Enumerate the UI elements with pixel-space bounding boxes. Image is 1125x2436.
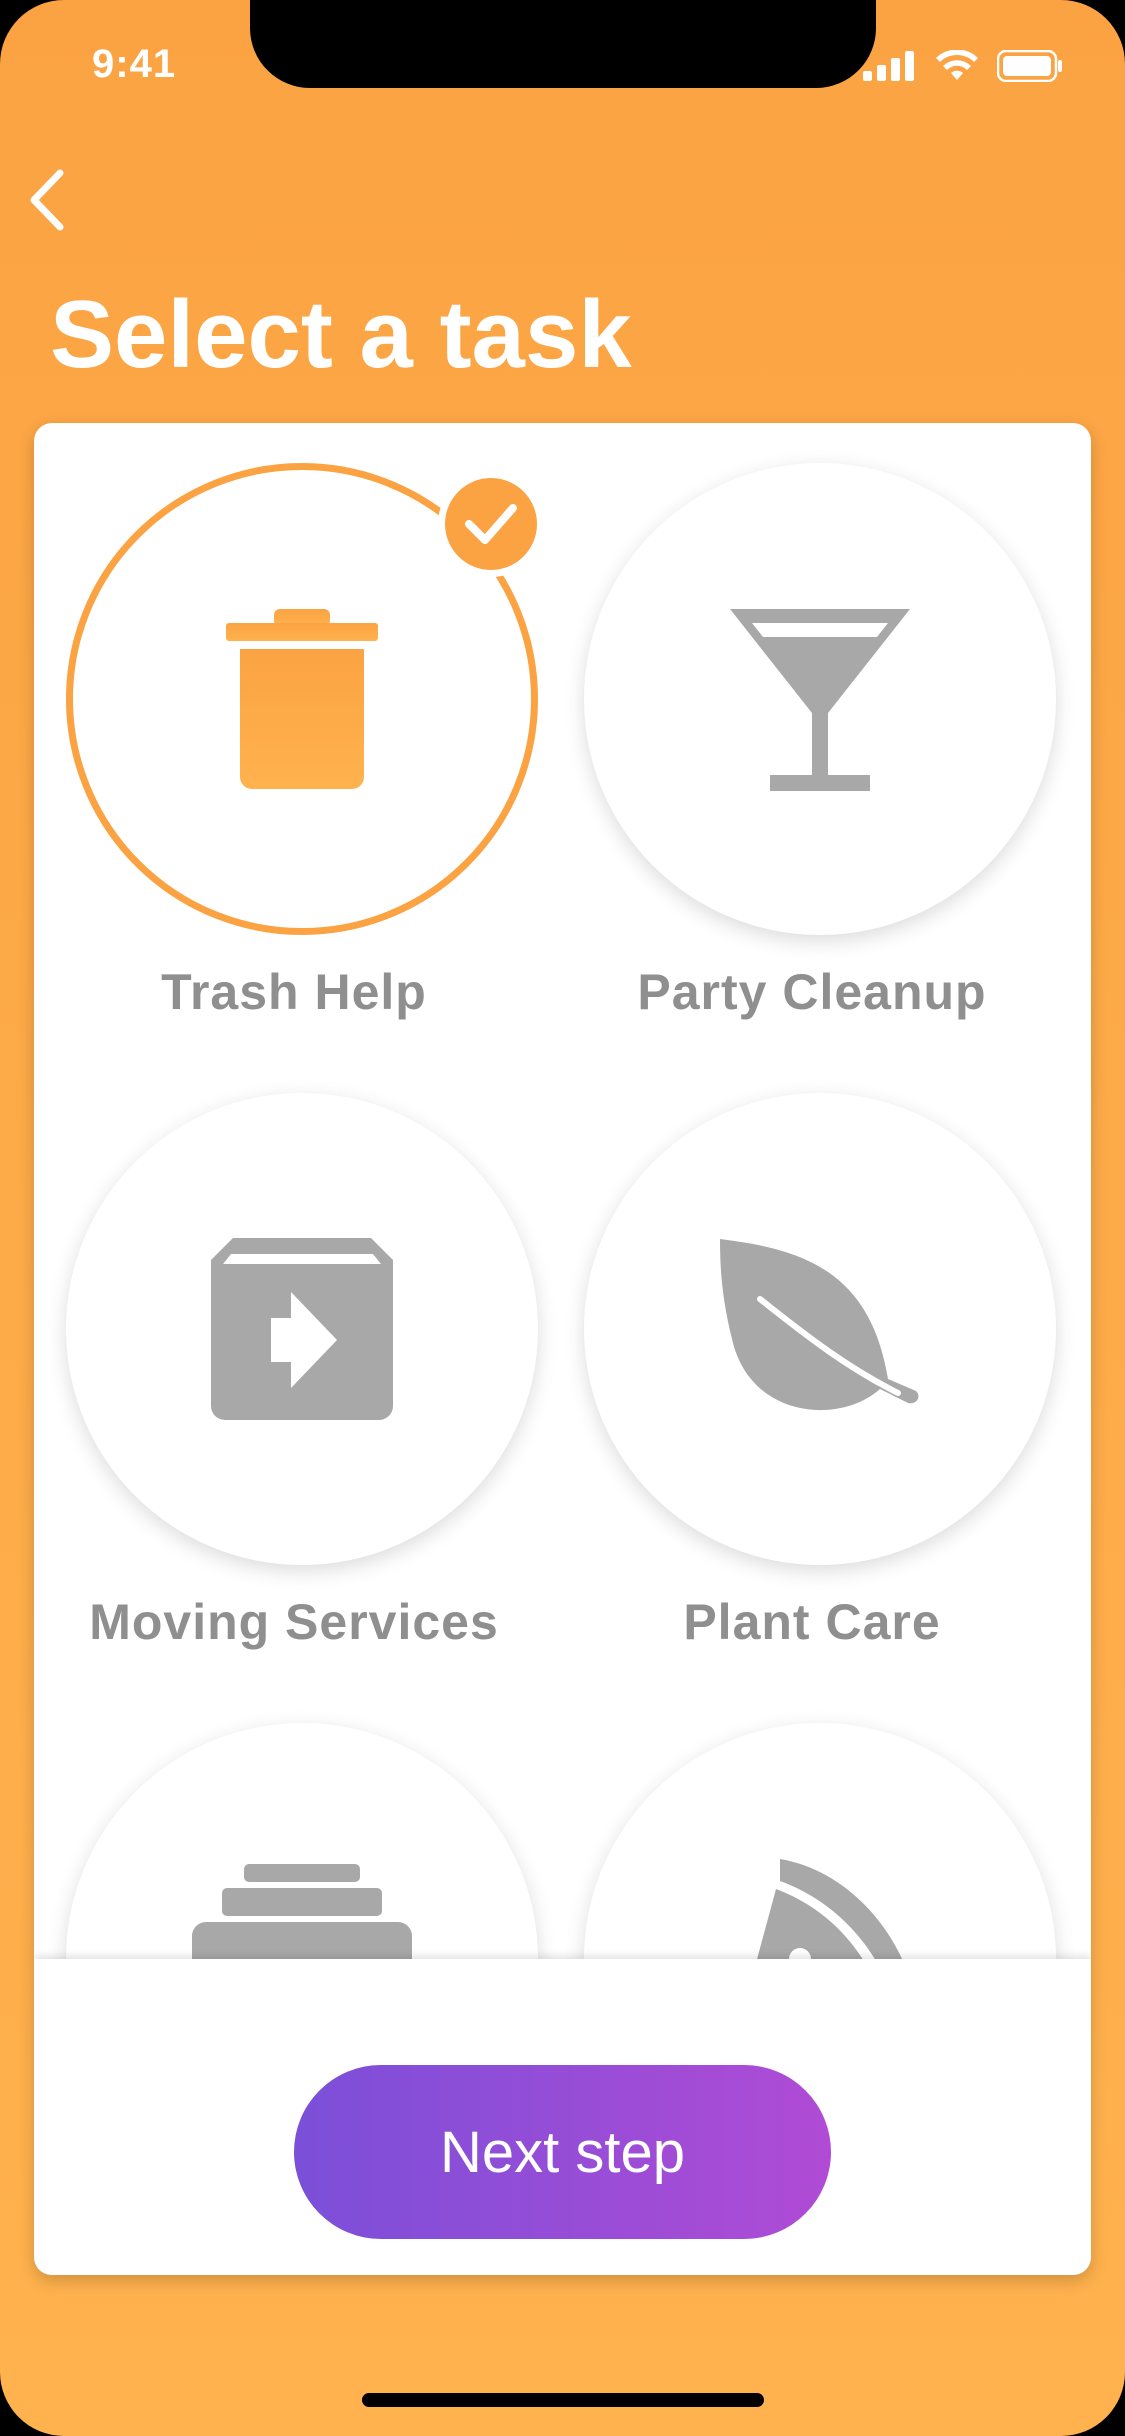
status-icons — [863, 50, 1063, 82]
phone-screen: 9:41 Select a task Trash Help Party Clea… — [0, 0, 1125, 2436]
task-label: Party Cleanup — [637, 964, 987, 1020]
task-circle — [66, 1093, 538, 1565]
wifi-icon — [936, 50, 978, 80]
trash-icon — [226, 609, 378, 789]
chevron-left-icon — [30, 169, 64, 231]
notch — [250, 0, 876, 88]
task-label: Trash Help — [161, 964, 427, 1020]
home-indicator — [362, 2393, 764, 2407]
selected-check-badge — [438, 471, 544, 577]
checkmark-icon — [465, 504, 517, 544]
task-card: Trash Help Party Cleanup Moving Services… — [34, 423, 1091, 2275]
task-circle — [584, 1093, 1056, 1565]
task-circle — [584, 463, 1056, 935]
cocktail-icon — [730, 609, 910, 791]
task-label: Moving Services — [89, 1594, 499, 1650]
leaf-icon — [720, 1239, 919, 1411]
bottom-action-panel: Next step — [34, 1959, 1091, 2275]
battery-icon — [997, 50, 1062, 82]
page-title: Select a task — [50, 281, 632, 388]
task-tile-plant-care[interactable]: Plant Care — [552, 1053, 1072, 1653]
status-time: 9:41 — [92, 42, 177, 86]
box-arrow-icon — [211, 1238, 393, 1420]
signal-icon — [863, 51, 914, 81]
task-tile-party-cleanup[interactable]: Party Cleanup — [552, 423, 1072, 1023]
next-step-button[interactable]: Next step — [294, 2065, 831, 2239]
task-tile-trash-help[interactable]: Trash Help — [34, 423, 554, 1023]
back-button[interactable] — [22, 165, 72, 235]
task-label: Plant Care — [683, 1594, 941, 1650]
task-tile-moving-services[interactable]: Moving Services — [34, 1053, 554, 1653]
